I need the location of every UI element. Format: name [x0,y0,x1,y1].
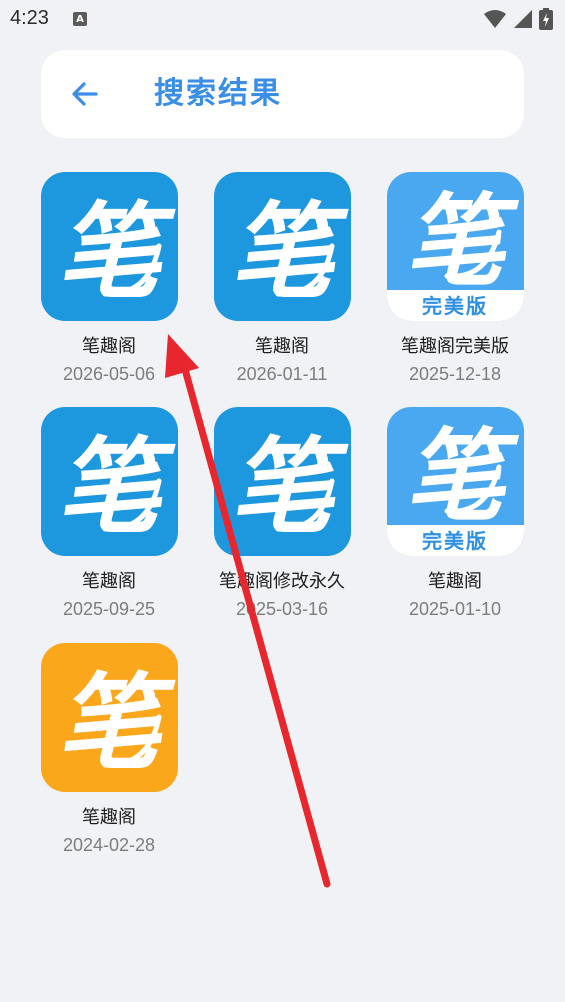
svg-text:笔: 笔 [405,182,520,300]
edition-badge: 完美版 [422,529,488,553]
brush-character-icon: 笔 [230,190,349,313]
app-date: 2026-01-11 [236,364,328,384]
a-letter-icon: A [73,12,87,26]
app-icon[interactable]: 笔完美版 [387,407,524,556]
app-name: 笔趣阁修改永久 [219,571,345,592]
app-name: 笔趣阁 [255,336,309,357]
app-date: 2025-03-16 [235,599,329,619]
status-icons [483,8,553,30]
app-icon[interactable]: 笔完美版 [387,172,524,321]
wifi-icon [484,10,506,28]
page-title: 搜索结果 [154,76,282,111]
app-date: 2025-12-18 [408,364,502,384]
signal-icon [514,10,532,28]
app-name: 笔趣阁完美版 [401,336,509,357]
svg-text:笔: 笔 [405,417,520,535]
header-card: 搜索结果 [41,50,524,138]
brush-character-icon: 笔 [57,661,176,784]
edition-badge: 完美版 [422,294,488,318]
brush-character-icon: 笔 [57,190,176,313]
app-date: 2024-02-28 [62,835,156,855]
app-icon[interactable]: 笔 [41,643,178,792]
app-date: 2026-05-06 [62,364,156,384]
brush-character-icon: 笔 [57,425,176,548]
brush-character-icon: 笔完美版 [387,182,524,321]
app-name: 笔趣阁 [82,807,136,828]
status-time: 4:23 [10,7,49,29]
app-name: 笔趣阁 [82,336,136,357]
app-icon[interactable]: 笔 [41,407,178,556]
app-icon[interactable]: 笔 [214,172,351,321]
arrow-left-icon [72,82,98,106]
battery-charging-icon [539,8,553,30]
app-icon[interactable]: 笔 [41,172,178,321]
back-button[interactable] [67,76,103,112]
app-name: 笔趣阁 [428,571,482,592]
brush-character-icon: 笔完美版 [387,417,524,556]
app-date: 2025-09-25 [62,599,156,619]
app-name: 笔趣阁 [82,571,136,592]
app-icon[interactable]: 笔 [214,407,351,556]
brush-character-icon: 笔 [230,425,349,548]
status-bar: 4:23 A [0,0,565,38]
app-date: 2025-01-10 [408,599,502,619]
